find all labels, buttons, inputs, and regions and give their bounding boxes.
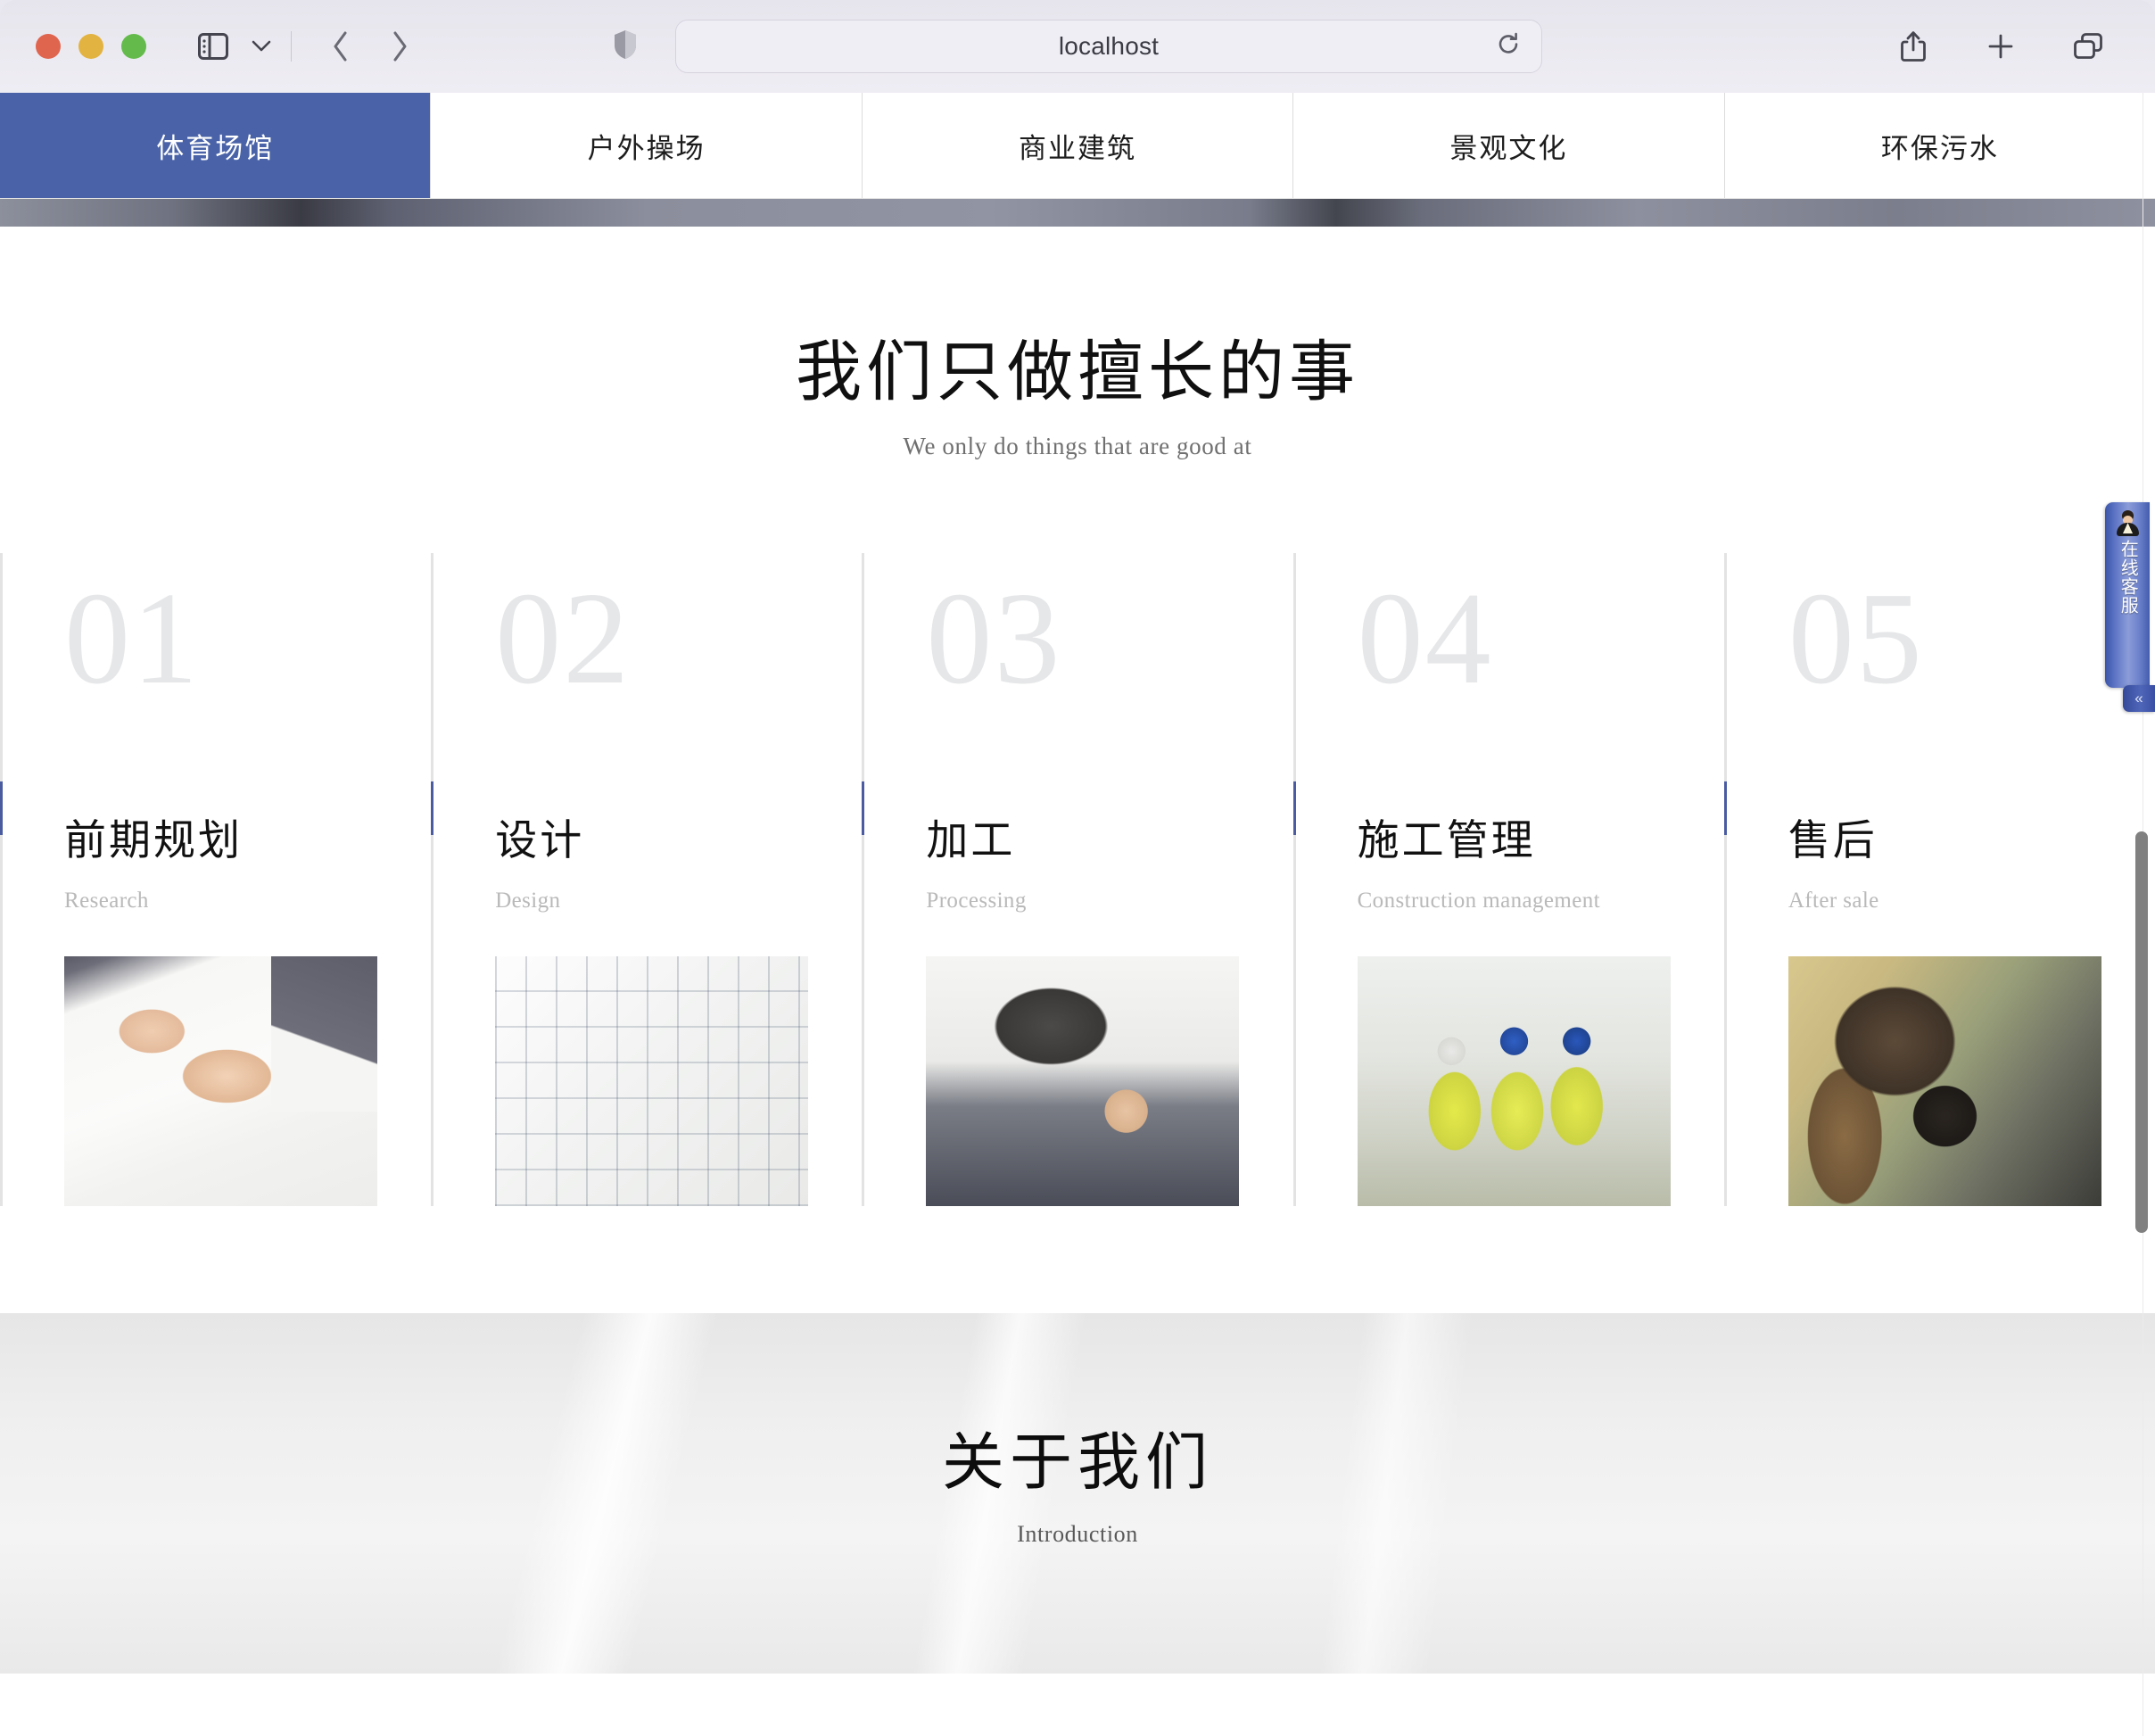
card-image-support-agent	[1788, 956, 2101, 1207]
titlebar-left-controls	[0, 22, 424, 70]
close-window-button[interactable]	[36, 34, 61, 59]
new-tab-button[interactable]	[1977, 22, 2025, 70]
card-subtitle: Research	[64, 889, 149, 913]
nav-tab-commercial-building[interactable]: 商业建筑	[863, 93, 1294, 198]
card-image-engineers-onsite	[1357, 956, 1671, 1207]
card-number: 03	[926, 566, 1062, 713]
about-section: 关于我们 Introduction	[0, 1313, 2155, 1674]
browser-titlebar: localhost	[0, 0, 2155, 93]
nav-tab-label: 景观文化	[1449, 132, 1568, 164]
customer-service-agent-avatar-icon	[2114, 509, 2141, 536]
sidebar-options-button[interactable]	[237, 22, 285, 70]
online-service-label: 在线客服	[2118, 540, 2138, 615]
about-section-header: 关于我们 Introduction	[0, 1429, 2155, 1548]
scrollbar-thumb[interactable]	[2135, 831, 2148, 1233]
nav-tab-environmental-sewage[interactable]: 环保污水	[1725, 93, 2155, 198]
card-subtitle: Processing	[926, 889, 1027, 913]
process-card-list: 01 前期规划 Research 02 设计 Design 03 加工 Proc…	[0, 553, 2155, 1207]
double-chevron-left-icon: «	[2134, 690, 2143, 707]
card-image-worker-machining	[926, 956, 1240, 1207]
process-card[interactable]: 02 设计 Design	[431, 553, 862, 1207]
url-text: localhost	[1058, 32, 1160, 60]
nav-tab-landscape-culture[interactable]: 景观文化	[1293, 93, 1725, 198]
process-section-title: 我们只做擅长的事	[796, 336, 1359, 409]
card-title: 前期规划	[64, 818, 243, 865]
share-icon	[1901, 31, 1926, 62]
chevron-down-icon	[252, 40, 271, 52]
process-card[interactable]: 01 前期规划 Research	[0, 553, 431, 1207]
card-number: 01	[64, 566, 200, 713]
browser-window: localhost 体育场馆 户外操场 商业建筑 景观文化 环保污水 我们只做擅…	[0, 0, 2155, 1736]
zoom-window-button[interactable]	[121, 34, 146, 59]
window-traffic-lights	[36, 34, 146, 59]
card-divider-line	[862, 553, 865, 1207]
card-title: 设计	[495, 818, 585, 865]
card-image-hands-drawing-blueprint	[64, 956, 377, 1207]
about-section-title: 关于我们	[942, 1429, 1213, 1499]
about-section-subtitle: Introduction	[1017, 1521, 1138, 1548]
process-card[interactable]: 04 施工管理 Construction management	[1292, 553, 1724, 1207]
card-subtitle: Design	[495, 889, 561, 913]
card-accent-bar	[1723, 781, 1727, 836]
nav-tab-sports-venue[interactable]: 体育场馆	[0, 93, 432, 198]
toolbar-divider	[291, 31, 292, 62]
process-section-subtitle: We only do things that are good at	[903, 433, 1252, 460]
online-service-panel[interactable]: 在线客服	[2105, 502, 2150, 688]
nav-tab-label: 体育场馆	[156, 132, 275, 164]
category-nav: 体育场馆 户外操场 商业建筑 景观文化 环保污水	[0, 93, 2155, 199]
nav-tab-label: 户外操场	[587, 132, 706, 164]
page-viewport: 体育场馆 户外操场 商业建筑 景观文化 环保污水 我们只做擅长的事 We onl…	[0, 93, 2155, 1736]
card-title: 售后	[1788, 818, 1878, 865]
card-divider-line	[431, 553, 434, 1207]
online-service-widget[interactable]: 在线客服 «	[2105, 502, 2155, 718]
card-number: 04	[1357, 566, 1493, 713]
minimize-window-button[interactable]	[78, 34, 103, 59]
card-subtitle: After sale	[1788, 889, 1879, 913]
privacy-report-button[interactable]	[613, 29, 638, 64]
card-accent-bar	[0, 781, 3, 836]
card-subtitle: Construction management	[1357, 889, 1600, 913]
reload-icon	[1499, 32, 1518, 54]
nav-tab-outdoor-playground[interactable]: 户外操场	[431, 93, 863, 198]
card-image-floor-plan	[495, 956, 809, 1207]
nav-tab-label: 环保污水	[1880, 132, 1999, 164]
process-section: 我们只做擅长的事 We only do things that are good…	[0, 227, 2155, 1207]
online-service-collapse-button[interactable]: «	[2123, 685, 2155, 712]
nav-tab-label: 商业建筑	[1019, 132, 1137, 164]
card-accent-bar	[431, 781, 434, 836]
card-number: 02	[495, 566, 632, 713]
card-divider-line	[1292, 553, 1296, 1207]
tab-overview-button[interactable]	[2064, 22, 2112, 70]
card-title: 加工	[926, 818, 1016, 865]
process-card[interactable]: 03 加工 Processing	[862, 553, 1292, 1207]
titlebar-right-controls	[1889, 0, 2112, 93]
card-accent-bar	[862, 781, 865, 836]
forward-icon	[393, 31, 407, 62]
shield-icon	[615, 29, 636, 59]
url-input[interactable]: localhost	[675, 20, 1542, 73]
share-button[interactable]	[1889, 22, 1937, 70]
process-section-header: 我们只做擅长的事 We only do things that are good…	[0, 336, 2155, 460]
reload-button[interactable]	[1497, 32, 1520, 61]
navigation-arrows	[317, 22, 424, 70]
sidebar-icon	[198, 33, 228, 60]
address-bar-area: localhost	[613, 20, 1542, 73]
card-divider-line	[1723, 553, 1727, 1207]
card-number: 05	[1788, 566, 1924, 713]
process-card[interactable]: 05 售后 After sale	[1723, 553, 2155, 1207]
forward-button[interactable]	[376, 22, 424, 70]
card-accent-bar	[1292, 781, 1296, 836]
card-title: 施工管理	[1357, 818, 1536, 865]
card-divider-line	[0, 553, 3, 1207]
hero-banner-image	[0, 199, 2155, 227]
sidebar-toggle-button[interactable]	[189, 22, 237, 70]
plus-icon	[1988, 34, 2013, 59]
back-icon	[334, 31, 347, 62]
back-button[interactable]	[317, 22, 365, 70]
tab-overview-icon	[2074, 33, 2102, 59]
